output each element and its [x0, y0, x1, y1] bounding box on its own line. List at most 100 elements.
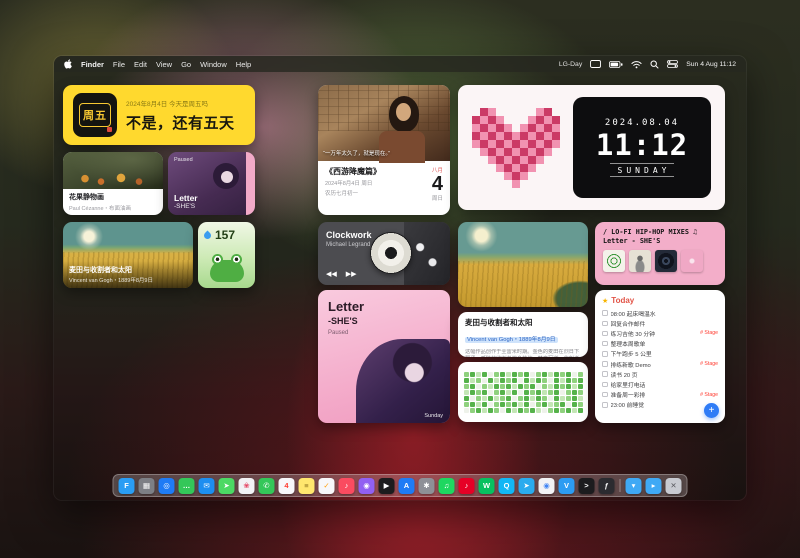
heart-pixel — [520, 116, 528, 124]
todo-item[interactable]: 准备周一彩排# Stage — [602, 390, 718, 400]
menu-bar: Finder File Edit View Go Window Help LG-Day — [54, 56, 746, 72]
music-widget-letter-large[interactable]: Letter -SHE'S Paused Sunday — [318, 290, 450, 423]
dock-photos[interactable]: ❀ — [239, 478, 255, 494]
water-count-widget[interactable]: 157 — [198, 222, 255, 288]
heart-pixel — [520, 132, 528, 140]
note-artist-link[interactable]: Vincent van Gogh・1889年8月9日 — [465, 337, 558, 343]
dock-settings[interactable]: ✱ — [419, 478, 435, 494]
heart-pixel — [520, 140, 528, 148]
contribution-cell — [482, 390, 487, 395]
album-thumb-figure-art[interactable] — [629, 250, 651, 272]
activity-grid-widget[interactable] — [458, 362, 588, 422]
todo-checkbox[interactable] — [602, 351, 608, 357]
menu-view[interactable]: View — [156, 60, 172, 69]
todo-item[interactable]: 读书 20 页 — [602, 369, 718, 379]
menu-help[interactable]: Help — [236, 60, 251, 69]
menu-bar-clock[interactable]: Sun 4 Aug 11:12 — [686, 61, 736, 68]
menu-edit[interactable]: Edit — [134, 60, 147, 69]
todo-item[interactable]: 整理本周歌单 — [602, 339, 718, 349]
heart-pixel — [504, 108, 512, 116]
wifi-icon[interactable] — [631, 60, 642, 69]
dock-figma[interactable]: ƒ — [599, 478, 615, 494]
music-player-widget[interactable]: Clockwork Michael Legrand ◀◀ ▶▶ — [318, 222, 450, 285]
todo-checkbox[interactable] — [602, 402, 608, 408]
todo-item[interactable]: 排练新歌 Demo# Stage — [602, 359, 718, 369]
todo-item[interactable]: 回复合作邮件 — [602, 318, 718, 328]
dock-music[interactable]: ♪ — [339, 478, 355, 494]
album-thumb-scribble-art[interactable] — [603, 250, 625, 272]
vangogh-wheat-widget[interactable]: 麦田与收割者和太阳 Vincent van Gogh・1889年8月9日 — [63, 222, 193, 288]
movie-calendar-widget[interactable]: “一万年太久了，就是现在。” 《西游降魔篇》 2024年8月4日 周日 农历七月… — [318, 85, 450, 215]
dock-safari[interactable]: ◎ — [159, 478, 175, 494]
search-icon[interactable] — [650, 60, 659, 69]
vangogh-painting-widget[interactable] — [458, 222, 588, 307]
todo-checkbox[interactable] — [602, 371, 608, 377]
todo-checkbox[interactable] — [602, 310, 608, 316]
dock-qq[interactable]: Q — [499, 478, 515, 494]
dock-finder[interactable]: F — [119, 478, 135, 494]
today-tasks-widget[interactable]: ★ Today 08:00 起床喝温水回复合作邮件练习吉他 30 分钟# Sta… — [595, 290, 725, 423]
cezanne-painting-widget[interactable]: 花果静物画 Paul Cézanne・布面油画 — [63, 152, 163, 215]
todo-checkbox[interactable] — [602, 392, 608, 398]
dock-folder-downloads[interactable]: ▾ — [626, 478, 642, 494]
lofi-playlist-widget[interactable]: / LO-FI HIP-HOP MIXES ♫ Letter - SHE'S — [595, 222, 725, 285]
todo-checkbox[interactable] — [602, 341, 608, 347]
album-thumb-pink-cover[interactable] — [681, 250, 703, 272]
control-center-icon[interactable] — [667, 60, 678, 68]
active-app-name[interactable]: Finder — [81, 60, 104, 69]
dock-wechat[interactable]: W — [479, 478, 495, 494]
dock-facetime[interactable]: ✆ — [259, 478, 275, 494]
menu-file[interactable]: File — [113, 60, 125, 69]
track-title: Letter — [328, 299, 440, 314]
dock-vscode[interactable]: V — [559, 478, 575, 494]
dock-reminders[interactable]: ✓ — [319, 478, 335, 494]
pixel-heart-clock-widget[interactable]: 2024.08.04 11:12 SUNDAY — [458, 85, 725, 210]
album-thumb-vinyl[interactable] — [655, 250, 677, 272]
menu-go[interactable]: Go — [181, 60, 191, 69]
todo-checkbox[interactable] — [602, 361, 608, 367]
screen-mirroring-icon[interactable] — [590, 60, 601, 68]
contribution-cell — [542, 378, 547, 383]
painting-note-widget[interactable]: 麦田与收割者和太阳 Vincent van Gogh・1889年8月9日 这幅作… — [458, 312, 588, 357]
apple-menu-icon[interactable] — [64, 59, 72, 69]
add-task-button[interactable]: + — [704, 403, 719, 418]
todo-item[interactable]: 练习吉他 30 分钟# Stage — [602, 328, 718, 338]
previous-track-button[interactable]: ◀◀ — [326, 270, 337, 278]
todo-checkbox[interactable] — [602, 331, 608, 337]
todo-item[interactable]: 给家里打电话 — [602, 379, 718, 389]
music-widget-letter-small[interactable]: Paused Letter -SHE'S — [168, 152, 255, 215]
todo-item[interactable]: 08:00 起床喝温水 — [602, 308, 718, 318]
dock-appstore[interactable]: A — [399, 478, 415, 494]
menu-extra-label[interactable]: LG-Day — [559, 61, 582, 68]
dock-tv[interactable]: ▶ — [379, 478, 395, 494]
dock-maps[interactable]: ➤ — [219, 478, 235, 494]
heart-pixel — [496, 172, 504, 180]
dock-spotify[interactable]: ♫ — [439, 478, 455, 494]
dock-launchpad[interactable]: ▦ — [139, 478, 155, 494]
dock-messages[interactable]: … — [179, 478, 195, 494]
battery-icon[interactable] — [609, 61, 623, 68]
todo-item[interactable]: 23:00 前睡觉 — [602, 400, 718, 410]
dock-notes[interactable]: ≡ — [299, 478, 315, 494]
dock-trash[interactable]: ✕ — [666, 478, 682, 494]
todo-item[interactable]: 下午跑步 5 公里 — [602, 349, 718, 359]
todo-checkbox[interactable] — [602, 382, 608, 388]
dock-mail[interactable]: ✉ — [199, 478, 215, 494]
dock-folder-projects[interactable]: ▸ — [646, 478, 662, 494]
dock-netease-music[interactable]: ♪ — [459, 478, 475, 494]
dock-calendar[interactable]: 4 — [279, 478, 295, 494]
todo-tag: # Stage — [700, 361, 718, 367]
actress-face — [396, 103, 411, 121]
menu-window[interactable]: Window — [200, 60, 227, 69]
contribution-cell — [500, 408, 505, 413]
todo-checkbox[interactable] — [602, 321, 608, 327]
dock-chrome[interactable]: ◉ — [539, 478, 555, 494]
song-artist: Michael Legrand — [326, 242, 370, 248]
countdown-widget[interactable]: 周五 2024年8月4日 今天是周五吗 不是，还有五天 — [63, 85, 255, 145]
contribution-cell — [470, 372, 475, 377]
dock-podcasts[interactable]: ◉ — [359, 478, 375, 494]
todo-text: 准备周一彩排 — [611, 390, 646, 399]
dock-telegram[interactable]: ➤ — [519, 478, 535, 494]
next-track-button[interactable]: ▶▶ — [346, 270, 357, 278]
dock-terminal[interactable]: > — [579, 478, 595, 494]
